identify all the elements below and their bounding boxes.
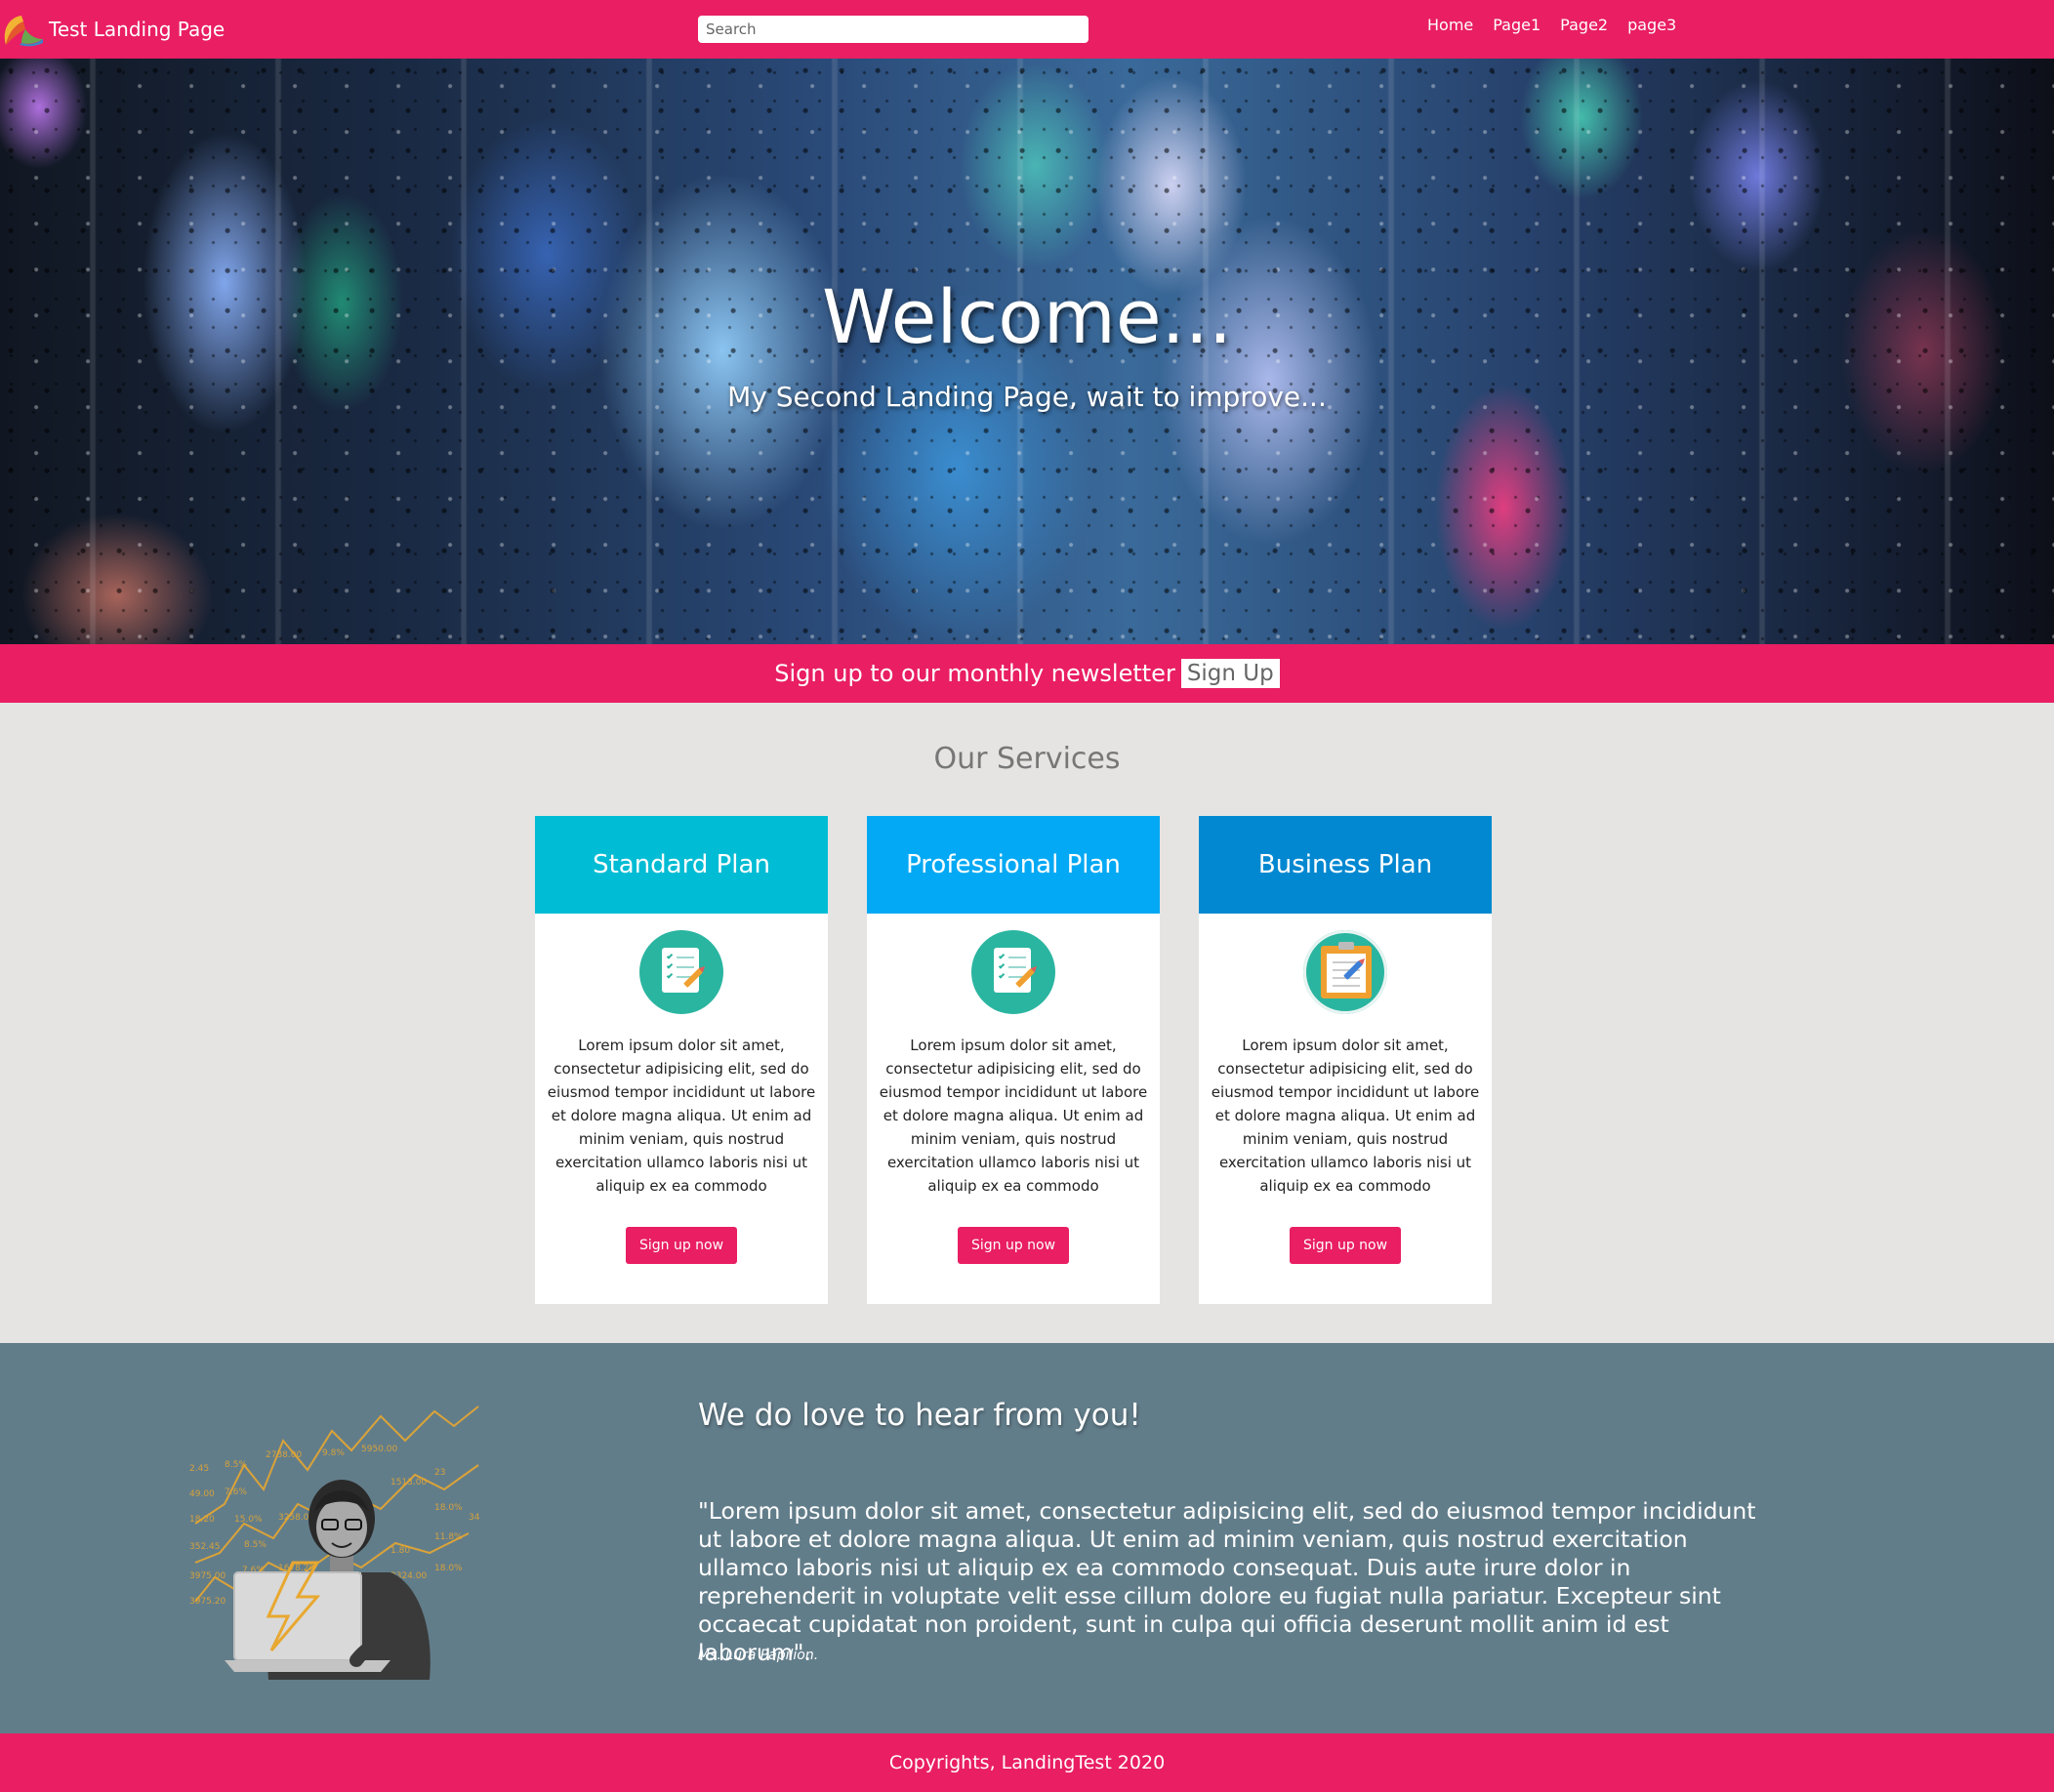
plan-card-standard: Standard Plan Lorem ipsum dolor sit amet… [535,816,828,1304]
search-input[interactable] [698,16,1089,43]
plan-signup-button[interactable]: Sign up now [1289,1227,1402,1264]
nav-link-page1[interactable]: Page1 [1493,16,1540,34]
testimonial-author: Ms. Lura Papilion. [698,1648,819,1663]
svg-text:2738.00: 2738.00 [266,1450,302,1460]
newsletter-signup-button[interactable]: Sign Up [1180,659,1280,688]
nav-link-page3[interactable]: page3 [1627,16,1676,34]
plan-signup-button[interactable]: Sign up now [625,1227,738,1264]
plan-card-description: Lorem ipsum dolor sit amet, consectetur … [547,1037,816,1195]
svg-text:49.00: 49.00 [189,1489,215,1499]
plan-signup-button[interactable]: Sign up now [957,1227,1070,1264]
brand-logo-icon [4,16,43,47]
newsletter-text: Sign up to our monthly newsletter [774,660,1175,687]
svg-text:3975.00: 3975.00 [189,1571,226,1581]
svg-text:18.0%: 18.0% [434,1503,463,1513]
svg-text:7.6%: 7.6% [225,1487,247,1497]
checklist-icon [971,930,1055,1014]
svg-text:2.45: 2.45 [189,1464,209,1474]
svg-text:5950.00: 5950.00 [361,1445,397,1454]
svg-text:18.0%: 18.0% [434,1564,463,1573]
testimonial-quote: "Lorem ipsum dolor sit amet, consectetur… [698,1497,1756,1666]
brand-title: Test Landing Page [49,18,226,41]
svg-text:1.80: 1.80 [390,1546,410,1556]
footer-copyright: Copyrights, LandingTest 2020 [888,1752,1166,1773]
clipboard-icon [1303,930,1387,1014]
svg-text:3975.20: 3975.20 [189,1597,226,1607]
testimonial-heading: We do love to hear from you! [698,1398,1141,1433]
plan-card-header: Standard Plan [535,816,828,914]
newsletter-bar: Sign up to our monthly newsletter Sign U… [0,644,2054,703]
footer: Copyrights, LandingTest 2020 [0,1733,2054,1792]
nav-links: Home Page1 Page2 page3 [1427,16,1676,34]
checklist-icon [639,930,723,1014]
hero-subtitle: My Second Landing Page, wait to improve.… [727,381,1327,413]
svg-text:8.5%: 8.5% [225,1460,247,1470]
navbar: Test Landing Page Home Page1 Page2 page3 [0,0,2054,59]
svg-text:11.8%: 11.8% [434,1532,463,1542]
plan-card-professional: Professional Plan Lorem ipsum dolor sit … [867,816,1160,1304]
nav-link-page2[interactable]: Page2 [1560,16,1608,34]
hero-banner: Welcome... My Second Landing Page, wait … [0,59,2054,644]
svg-text:352.45: 352.45 [189,1542,221,1552]
woman-with-laptop-illustration: 2.45 8.5% 2738.00 9.8% 5950.00 49.00 7.6% 151… [189,1405,480,1680]
svg-text:34: 34 [469,1513,480,1523]
services-title: Our Services [933,742,1121,776]
svg-text:23: 23 [434,1468,445,1478]
brand[interactable]: Test Landing Page [0,12,225,47]
hero-title: Welcome... [821,273,1233,360]
svg-text:18.20: 18.20 [189,1515,215,1525]
plan-card-description: Lorem ipsum dolor sit amet, consectetur … [1211,1037,1480,1195]
svg-text:15.0%: 15.0% [234,1515,263,1525]
svg-text:8.5%: 8.5% [244,1540,267,1550]
plan-card-header: Business Plan [1199,816,1492,914]
svg-text:1513.00: 1513.00 [390,1478,427,1487]
plan-card-description: Lorem ipsum dolor sit amet, consectetur … [879,1037,1148,1195]
testimonial-section: 2.45 8.5% 2738.00 9.8% 5950.00 49.00 7.6% 151… [0,1343,2054,1733]
plan-card-business: Business Plan Lorem ipsum dolor sit amet… [1199,816,1492,1304]
plan-card-header: Professional Plan [867,816,1160,914]
nav-link-home[interactable]: Home [1427,16,1473,34]
svg-text:9.8%: 9.8% [322,1448,345,1458]
